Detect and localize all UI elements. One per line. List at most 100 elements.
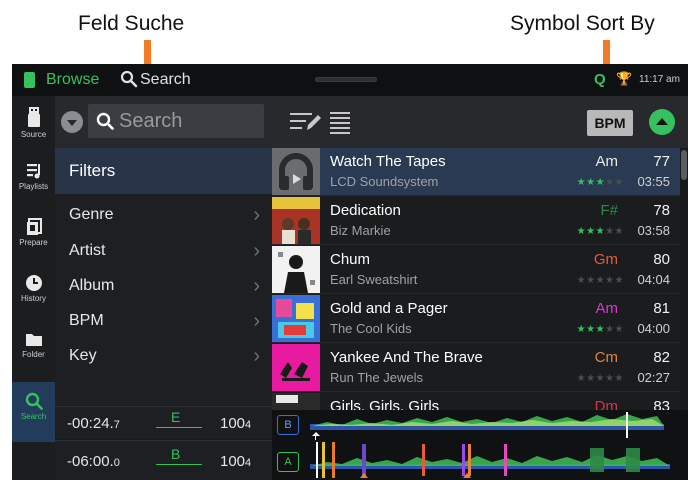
filter-album[interactable]: Album › [55,269,272,305]
waveform-deck-b[interactable]: B [272,410,688,440]
track-bpm: 80 [653,251,670,268]
chevron-right-icon: › [253,240,260,262]
filter-artist[interactable]: Artist › [55,234,272,270]
deck-key: E [171,409,181,425]
track-key: Am [595,300,619,317]
nav-label-source: Source [20,130,47,139]
track-row[interactable]: Dedication Biz Markie F# ★★★★★ 78 03:58 [272,197,680,245]
search-icon[interactable] [120,70,138,88]
track-key: Gm [593,251,618,268]
sort-by-callout: Symbol Sort By [510,12,655,35]
track-key: Cm [594,349,618,366]
edit-list-icon[interactable] [288,110,322,134]
nav-item-playlists[interactable]: Playlists [12,156,55,212]
key-underline [156,464,202,465]
device-screen: Browse Search Q 🏆 11:17 am Source Playli… [12,64,688,480]
filter-label: BPM [69,312,104,329]
nav-item-history[interactable]: History [12,268,55,324]
deck-bpm: 1004 [220,415,252,432]
clock-time: 11:17 am [639,74,680,85]
nav-label-playlists: Playlists [18,182,49,191]
deck-time: -00:24.7 [67,415,120,432]
track-rating: ★★★★★ [576,226,624,237]
arrow-up-icon[interactable] [649,109,675,135]
album-art [272,344,320,391]
album-art [272,148,320,195]
usb-drive-icon [27,107,40,127]
nav-label-folder: Folder [22,350,45,359]
nav-item-source[interactable]: Source [12,100,55,156]
filter-bpm[interactable]: BPM › [55,304,272,340]
track-duration: 03:55 [637,174,670,189]
track-title: Yankee And The Brave [330,349,483,366]
nav-item-folder[interactable]: Folder [12,324,55,380]
filter-label: Artist [69,242,106,259]
filter-genre[interactable]: Genre › [55,198,272,234]
track-row[interactable]: Chum Earl Sweatshirt Gm ★★★★★ 80 04:04 [272,246,680,294]
track-row[interactable]: Watch The Tapes LCD Soundsystem Am ★★★★★… [272,148,680,196]
search-field-callout: Feld Suche [78,12,185,35]
track-row[interactable]: Girls, Girls, Girls Dm 83 [272,393,680,410]
track-key: Am [595,153,619,170]
filter-key[interactable]: Key › [55,339,272,375]
waveform-overview-b [310,412,664,440]
track-row[interactable]: Gold and a Pager The Cool Kids Am ★★★★★ … [272,295,680,343]
chevron-down-icon[interactable] [61,111,83,133]
filter-label: Key [69,347,97,364]
search-box[interactable] [88,104,264,138]
nav-item-search[interactable]: Search [12,382,55,442]
browse-title[interactable]: Browse [46,71,99,89]
track-list: Watch The Tapes LCD Soundsystem Am ★★★★★… [272,148,680,410]
waveform-deck-a[interactable]: A [272,440,688,480]
track-title: Chum [330,251,371,268]
filters-panel: Filters Genre › Artist › Album › BPM › K… [55,148,272,410]
deck-time: -06:00.0 [67,453,120,470]
filters-header[interactable]: Filters [55,148,272,194]
key-underline [156,427,202,428]
list-icon[interactable] [329,110,351,134]
track-artist: The Cool Kids [330,321,412,336]
track-duration: 02:27 [637,370,670,385]
chevron-right-icon: › [253,345,260,367]
track-rating: ★★★★★ [576,324,624,335]
track-list-scrollbar[interactable] [681,150,687,180]
track-key: F# [600,202,618,219]
signal-icon: 🏆 [616,71,633,86]
track-artist: Earl Sweatshirt [330,272,418,287]
track-duration: 04:04 [637,272,670,287]
deck-key: B [171,446,181,462]
album-art [272,393,320,410]
nav-item-prepare[interactable]: Prepare [12,212,55,268]
search-input[interactable] [119,109,259,133]
track-bpm: 77 [653,153,670,170]
track-bpm: 82 [653,349,670,366]
status-search-label[interactable]: Search [140,71,191,89]
chevron-right-icon: › [253,275,260,297]
deck-info-b: -00:24.7 E 1004 [55,406,272,439]
toolbar: BPM [55,96,688,148]
filters-title: Filters [69,161,116,180]
q-icon: Q [594,71,606,88]
status-bar: Browse Search Q 🏆 11:17 am [12,64,688,96]
search-icon [96,112,114,130]
folder-icon [25,334,42,346]
battery-icon [24,72,35,88]
album-art [272,197,320,244]
track-artist: LCD Soundsystem [330,174,439,189]
drag-handle[interactable] [315,77,377,82]
chevron-right-icon: › [253,204,260,226]
track-rating: ★★★★★ [576,275,624,286]
nav-label-search: Search [20,412,47,421]
track-rating: ★★★★★ [576,373,624,384]
prepare-icon [26,218,42,235]
track-row[interactable]: Yankee And The Brave Run The Jewels Cm ★… [272,344,680,392]
left-nav: Source Playlists Prepare History Folder [12,96,55,480]
track-bpm: 83 [653,398,670,410]
track-title: Girls, Girls, Girls [330,398,440,410]
playlist-icon [26,164,40,179]
nav-label-prepare: Prepare [19,238,48,247]
sort-by-button[interactable]: BPM [587,110,633,136]
deck-info-a: -06:00.0 B 1004 [55,440,272,480]
filter-label: Genre [69,206,114,223]
track-key: Dm [594,398,618,410]
